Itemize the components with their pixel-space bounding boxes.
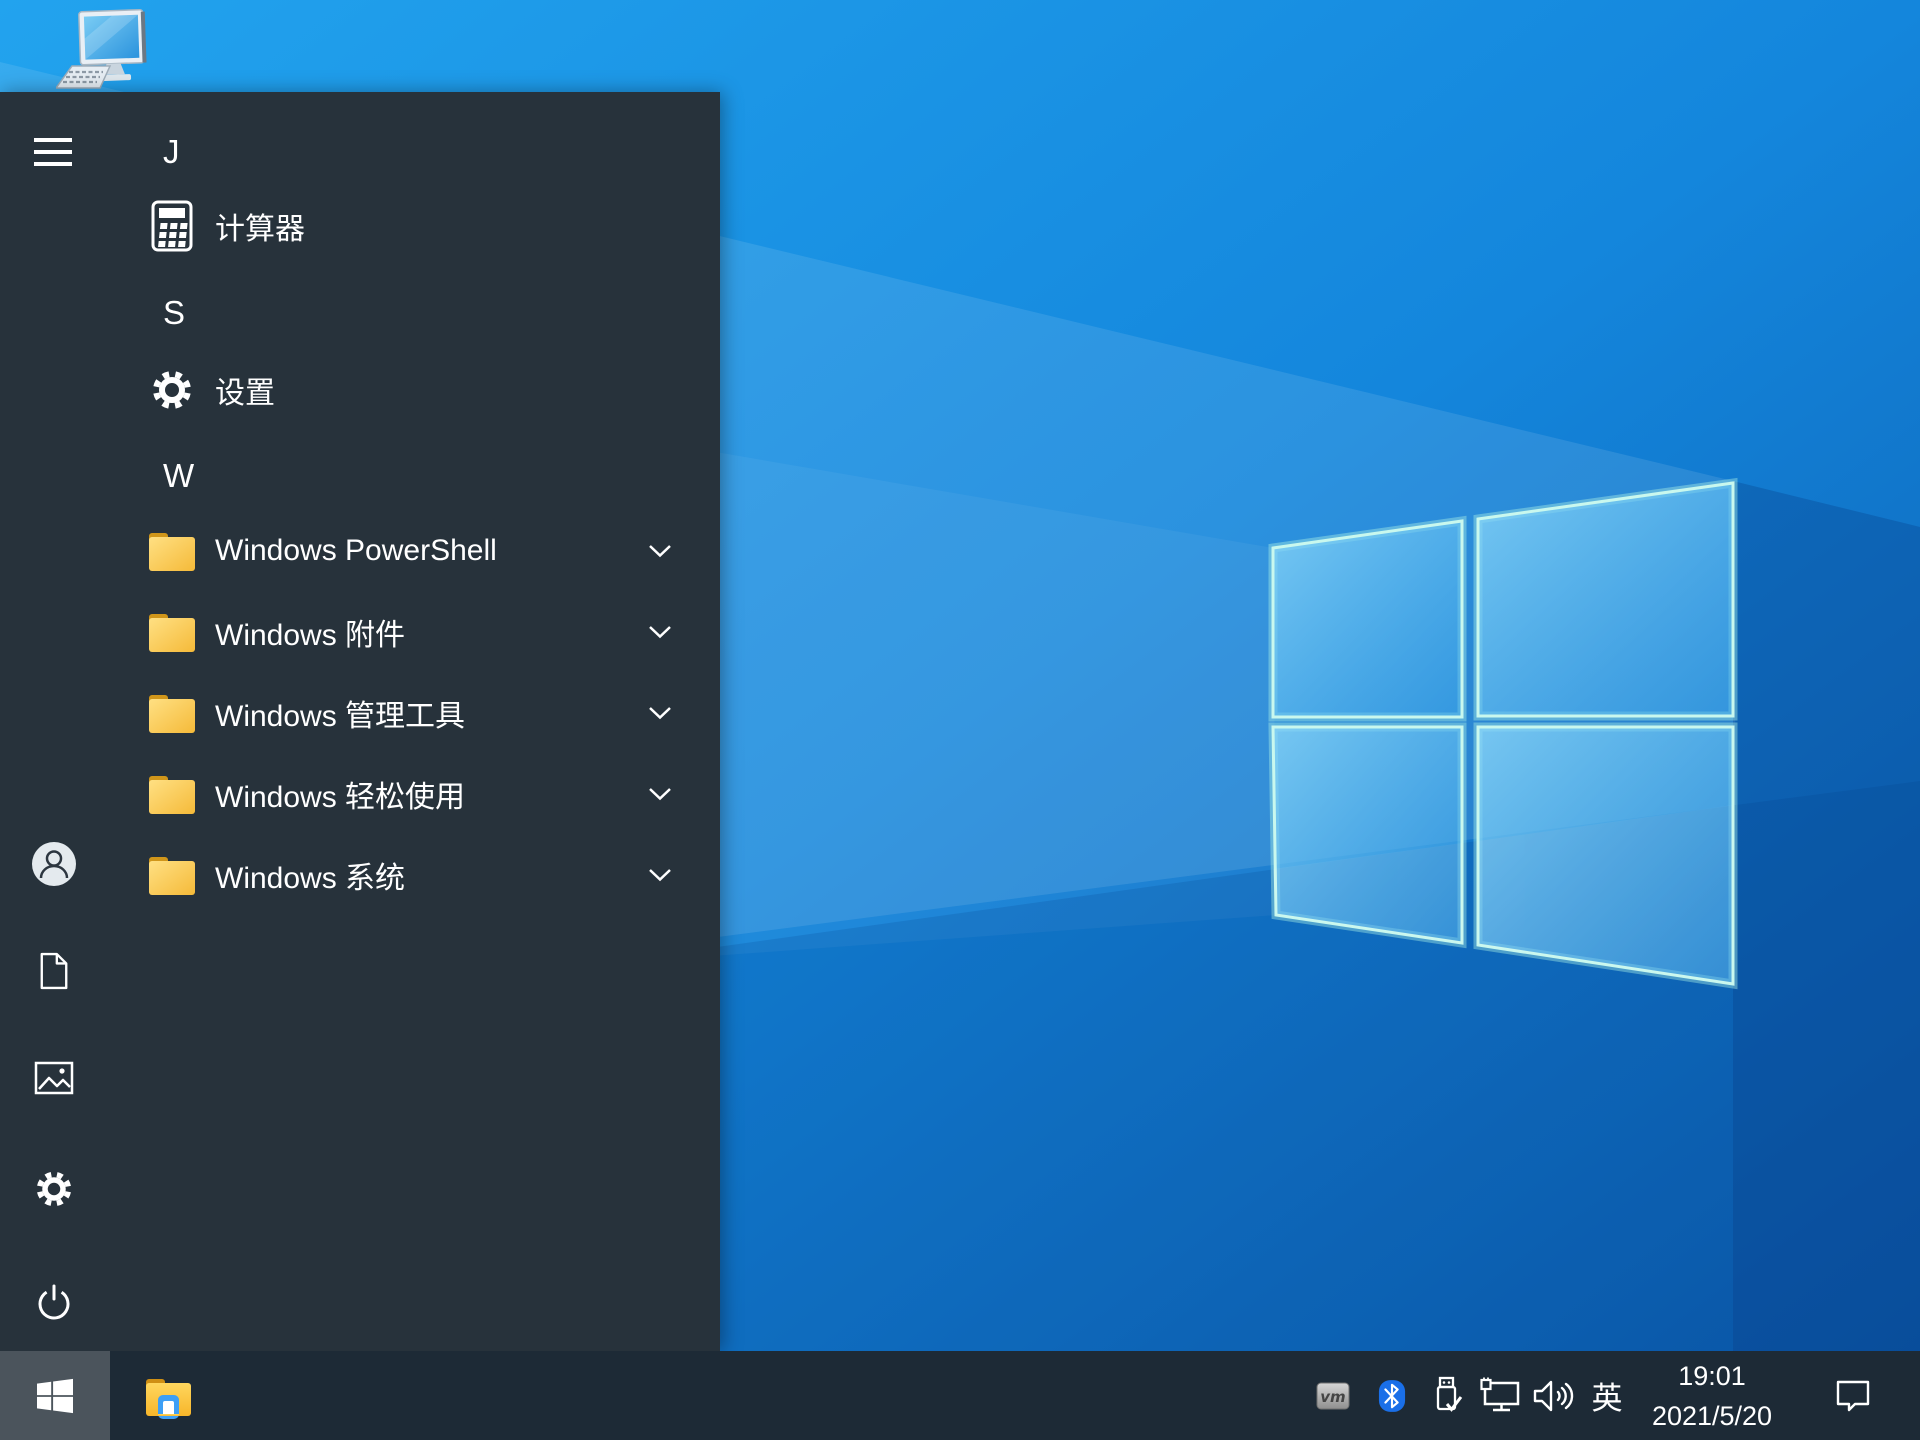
start-menu-expand-button[interactable] (30, 129, 78, 177)
svg-text:vm: vm (1320, 1388, 1345, 1406)
action-center-button[interactable] (1828, 1351, 1878, 1440)
gear-icon (153, 371, 191, 409)
document-icon (40, 952, 68, 990)
folder-icon (149, 695, 195, 733)
power-button[interactable] (30, 1280, 78, 1328)
chevron-down-icon[interactable] (648, 787, 672, 801)
app-list-header-j[interactable]: J (163, 122, 180, 182)
tray-usb-eject-button[interactable] (1422, 1351, 1472, 1440)
folder-icon (149, 857, 195, 895)
desktop-icon-this-pc[interactable] (54, 8, 152, 92)
tray-network-button[interactable] (1476, 1351, 1526, 1440)
network-icon (1480, 1377, 1520, 1411)
header-label: W (163, 457, 195, 494)
folder-icon (149, 614, 195, 652)
volume-icon (1533, 1380, 1574, 1411)
file-explorer-button[interactable] (132, 1351, 204, 1440)
clock-date: 2021/5/20 (1651, 1400, 1773, 1431)
hamburger-icon (34, 138, 72, 166)
tray-vmware-button[interactable]: vm (1308, 1351, 1358, 1440)
windows-desktop: J 计算器 S 设置 W Windows PowerShell Windows … (0, 0, 1920, 1440)
gear-icon (36, 1171, 72, 1207)
pictures-button[interactable] (30, 1054, 78, 1102)
start-button[interactable] (0, 1351, 110, 1440)
app-list-header-s[interactable]: S (163, 283, 185, 343)
ime-language-label: 英 (1591, 1381, 1623, 1416)
app-item-label: 计算器 (215, 213, 305, 246)
calculator-icon (151, 200, 193, 252)
tray-volume-button[interactable] (1529, 1351, 1579, 1440)
keyboard-icon (54, 65, 112, 89)
app-item-label: Windows PowerShell (215, 534, 497, 567)
app-item-label: 设置 (215, 377, 275, 410)
chevron-down-icon[interactable] (648, 544, 672, 558)
file-explorer-icon (146, 1378, 191, 1419)
app-folder-windows-admin-tools[interactable]: Windows 管理工具 (0, 673, 720, 753)
header-label: J (163, 133, 180, 170)
app-item-settings[interactable]: 设置 (0, 350, 720, 430)
app-item-label: Windows 管理工具 (215, 700, 466, 733)
taskbar-clock[interactable]: 19:01 2021/5/20 (1642, 1351, 1782, 1440)
clock-time: 19:01 (1678, 1360, 1746, 1391)
app-list-header-w[interactable]: W (163, 446, 194, 506)
app-item-label: Windows 系统 (215, 862, 406, 895)
settings-button[interactable] (30, 1165, 78, 1213)
app-folder-windows-powershell[interactable]: Windows PowerShell (0, 511, 720, 591)
action-center-icon (1836, 1380, 1870, 1411)
chevron-down-icon[interactable] (648, 868, 672, 882)
app-folder-windows-ease-of-access[interactable]: Windows 轻松使用 (0, 754, 720, 834)
bluetooth-icon (1378, 1379, 1406, 1412)
chevron-down-icon[interactable] (648, 625, 672, 639)
tray-ime-button[interactable]: 英 (1582, 1351, 1632, 1440)
taskbar: vm 英 19:01 2021/5/20 (0, 1351, 1920, 1440)
start-menu-panel: J 计算器 S 设置 W Windows PowerShell Windows … (0, 92, 720, 1351)
folder-icon (149, 533, 195, 571)
app-item-label: Windows 轻松使用 (215, 781, 466, 814)
app-folder-windows-system[interactable]: Windows 系统 (0, 835, 720, 915)
header-label: S (163, 294, 186, 331)
app-folder-windows-accessories[interactable]: Windows 附件 (0, 592, 720, 672)
app-item-calculator[interactable]: 计算器 (0, 186, 720, 266)
power-icon (38, 1284, 70, 1320)
tray-bluetooth-button[interactable] (1367, 1351, 1417, 1440)
pictures-icon (34, 1061, 74, 1095)
vmware-icon: vm (1316, 1382, 1350, 1409)
app-item-label: Windows 附件 (215, 619, 406, 652)
documents-button[interactable] (30, 947, 78, 995)
chevron-down-icon[interactable] (648, 706, 672, 720)
folder-icon (149, 776, 195, 814)
usb-safely-remove-icon (1436, 1376, 1463, 1412)
windows-logo-icon (37, 1378, 73, 1413)
